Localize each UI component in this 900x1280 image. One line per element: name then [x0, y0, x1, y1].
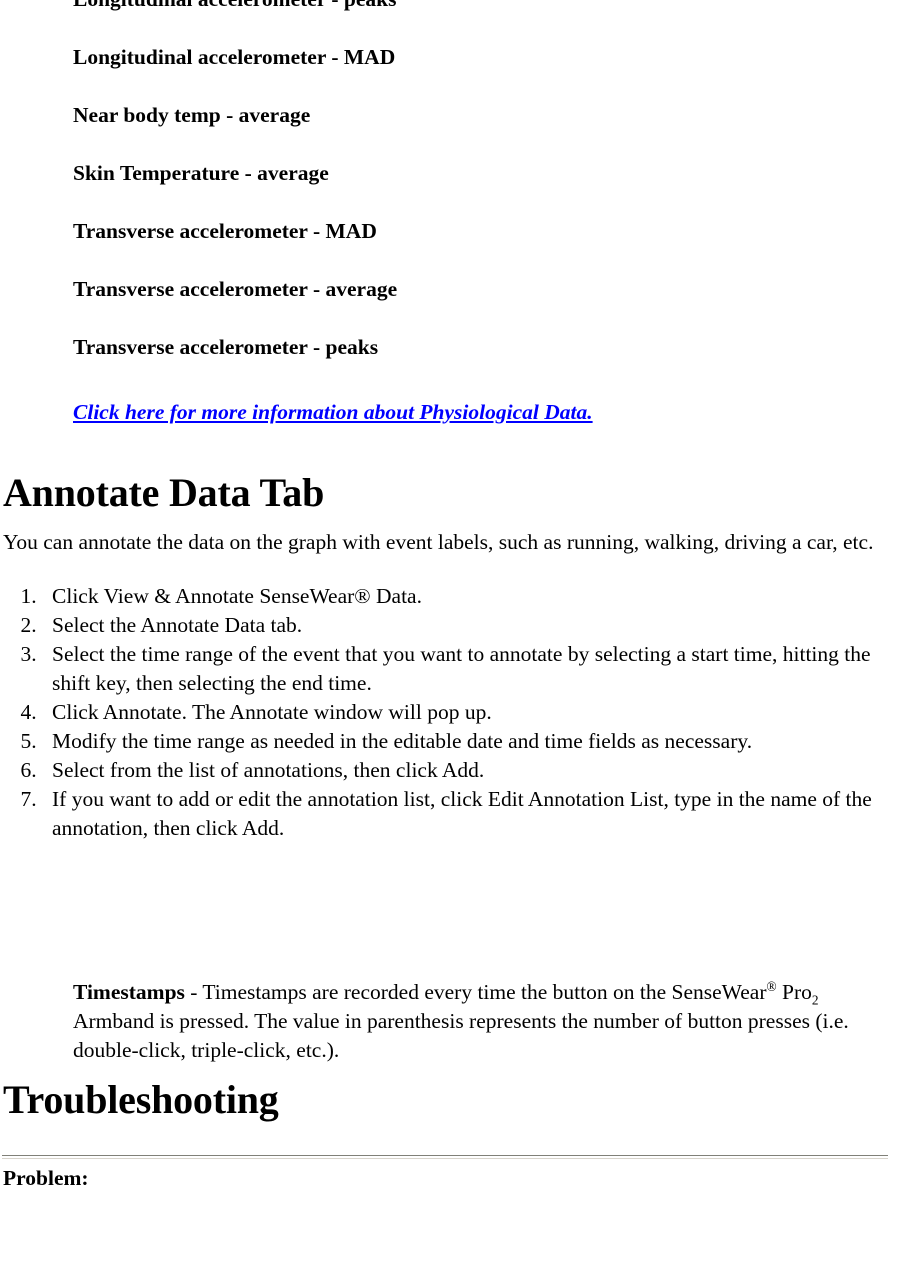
timestamps-body-3: Armband is pressed. The value in parenth… — [73, 1009, 849, 1062]
list-item: Transverse accelerometer - peaks — [73, 335, 379, 359]
physiological-data-link[interactable]: Click here for more information about Ph… — [73, 400, 593, 424]
troubleshooting-heading-wrap: Troubleshooting — [2, 1065, 896, 1133]
timestamps-separator: - — [184, 980, 203, 1004]
figure-placeholder — [2, 843, 896, 978]
annotate-intro-paragraph: You can annotate the data on the graph w… — [3, 530, 874, 554]
registered-mark-icon: ® — [766, 978, 777, 994]
list-item: Select from the list of annotations, the… — [42, 756, 896, 785]
list-item: Transverse accelerometer - average — [73, 277, 398, 301]
list-item: Longitudinal accelerometer - MAD — [73, 45, 396, 69]
timestamps-body-1: Timestamps are recorded every time the b… — [202, 980, 767, 1004]
list-item: Click View & Annotate SenseWear® Data. — [42, 582, 896, 611]
pro-subscript: 2 — [811, 992, 819, 1008]
annotate-heading-wrap: Annotate Data Tab — [2, 454, 896, 528]
list-item: Click Annotate. The Annotate window will… — [42, 698, 896, 727]
list-item: Select the Annotate Data tab. — [42, 611, 896, 640]
timestamps-definition: Timestamps - Timestamps are recorded eve… — [2, 978, 896, 1065]
annotate-steps-wrap: Click View & Annotate SenseWear® Data. S… — [2, 556, 896, 843]
horizontal-rule — [2, 1155, 888, 1159]
timestamps-term: Timestamps — [73, 980, 185, 1004]
list-item: Skin Temperature - average — [73, 161, 329, 185]
section-divider-wrap — [2, 1133, 896, 1165]
page-title-annotate-data-tab: Annotate Data Tab — [3, 470, 325, 515]
list-item: If you want to add or edit the annotatio… — [42, 785, 896, 843]
timestamps-body-2: Pro — [776, 980, 812, 1004]
document-page: Longitudinal accelerometer - peaks Longi… — [0, 0, 900, 1191]
more-info-line: Click here for more information about Ph… — [2, 392, 896, 454]
list-item: Near body temp - average — [73, 103, 311, 127]
physiological-measure-list: Longitudinal accelerometer - peaks Longi… — [2, 0, 896, 392]
problem-label: Problem: — [3, 1166, 89, 1190]
list-item: Transverse accelerometer - MAD — [73, 219, 377, 243]
list-item: Select the time range of the event that … — [42, 640, 896, 698]
list-item: Modify the time range as needed in the e… — [42, 727, 896, 756]
list-item: Longitudinal accelerometer - peaks — [2, 0, 896, 44]
annotate-steps-list: Click View & Annotate SenseWear® Data. S… — [2, 582, 896, 843]
page-title-troubleshooting: Troubleshooting — [3, 1077, 279, 1122]
